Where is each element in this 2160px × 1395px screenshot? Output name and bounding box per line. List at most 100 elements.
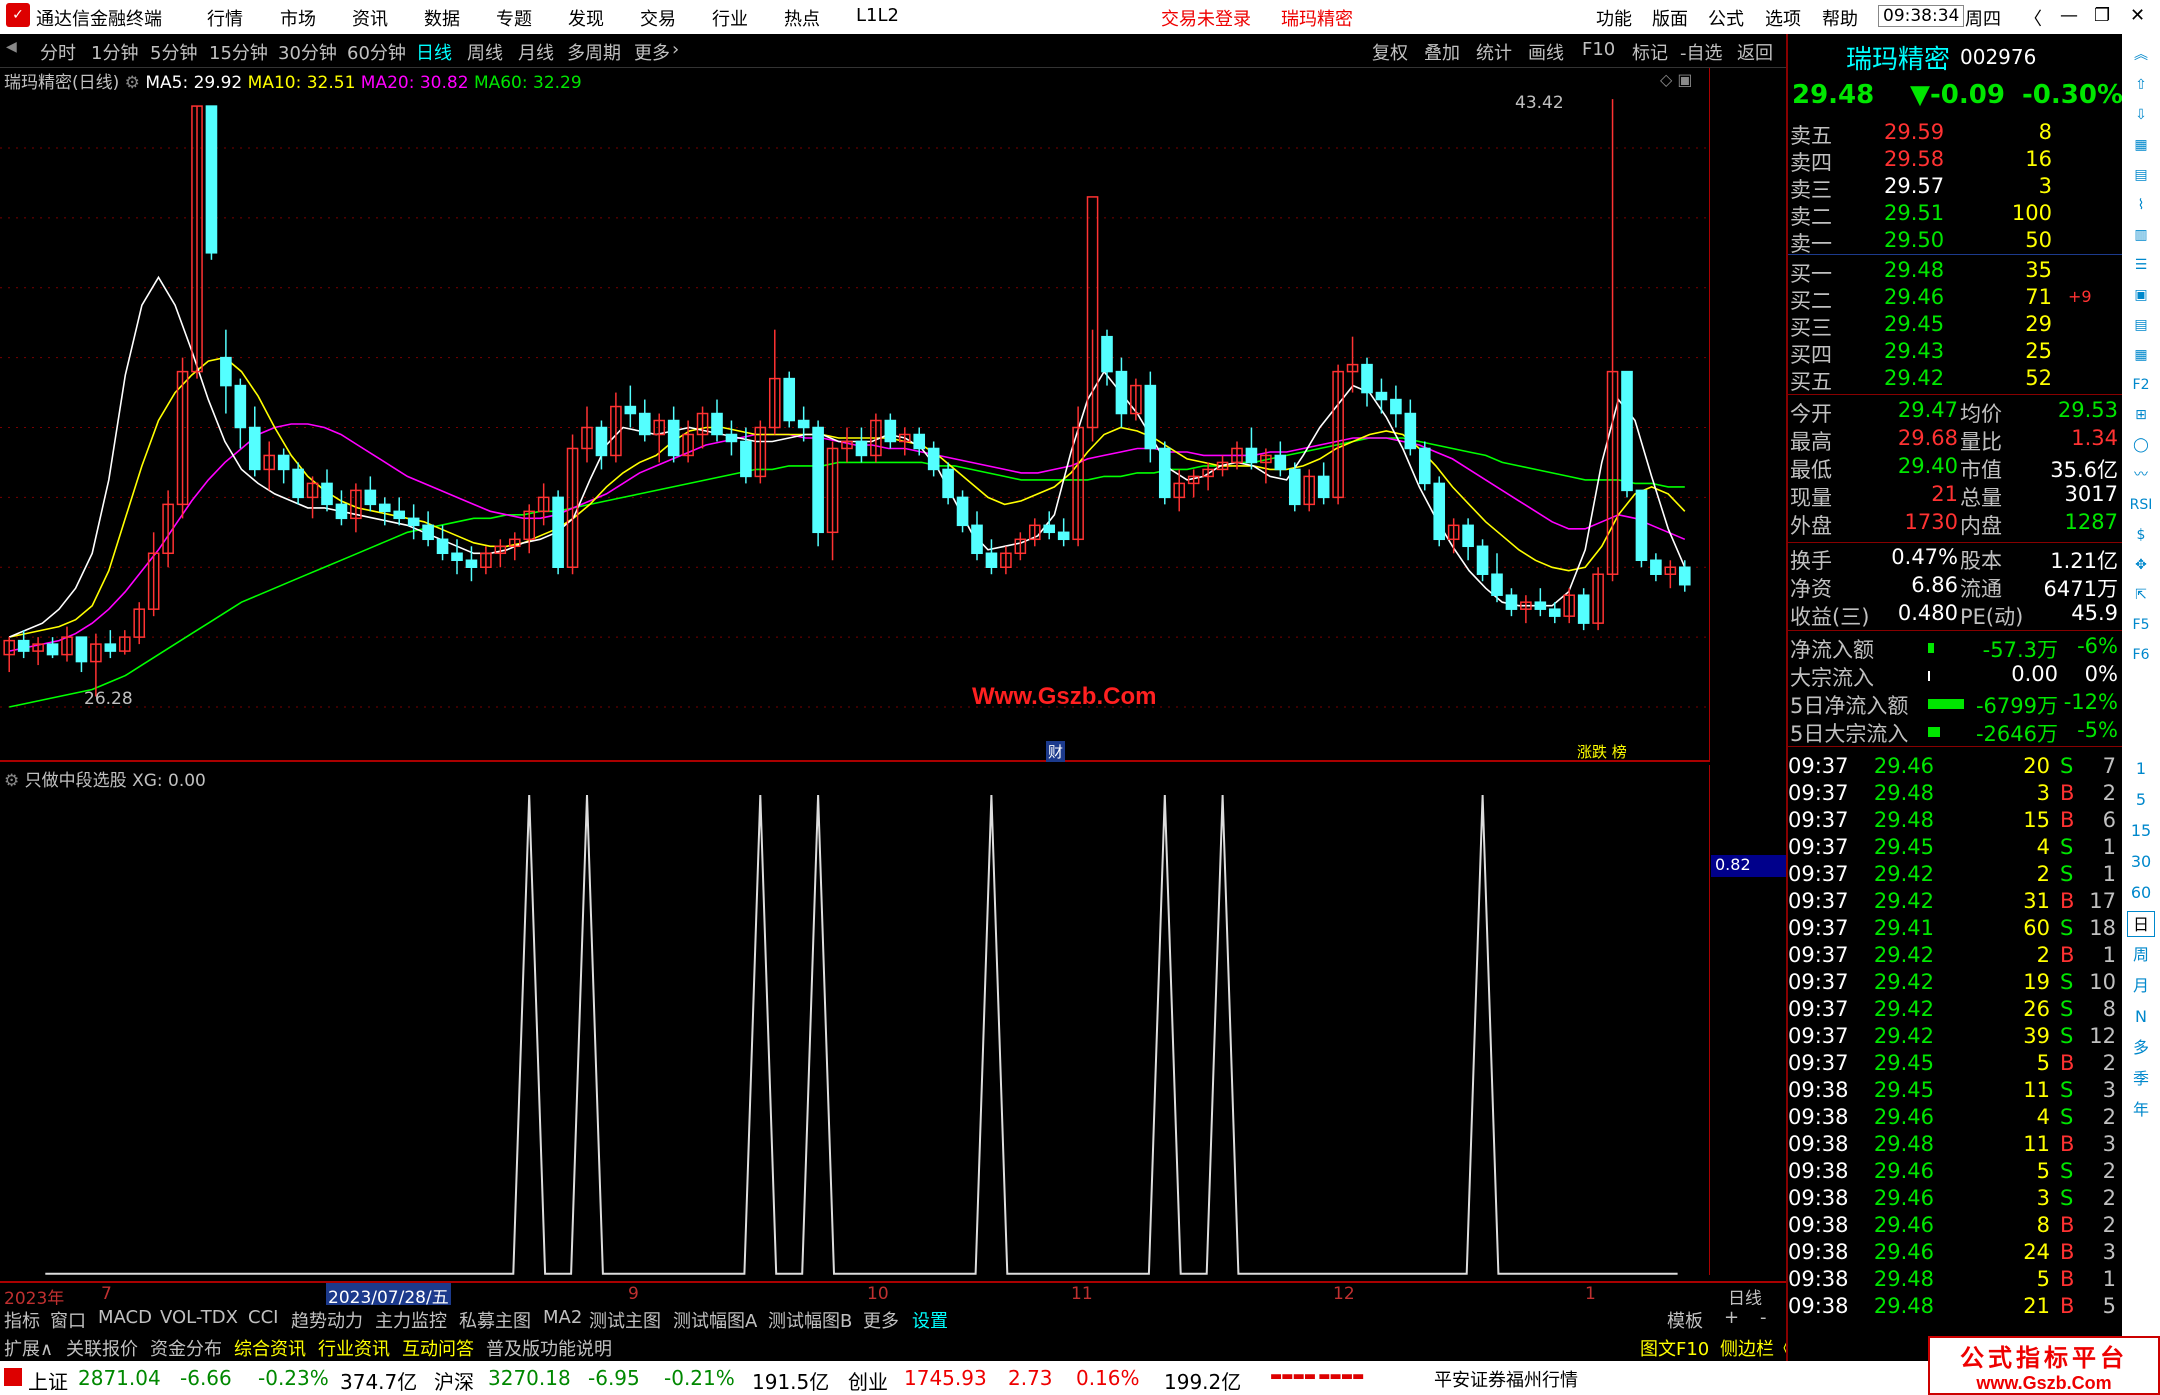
period-button[interactable]: 年 (2127, 1097, 2155, 1123)
menu-data[interactable]: 数据 (424, 5, 460, 31)
tab-test-main[interactable]: 测试主图 (589, 1307, 661, 1333)
rsi-icon[interactable]: RSI (2127, 492, 2155, 518)
tf-more[interactable]: 更多 (634, 39, 670, 65)
menu-l1l2[interactable]: L1L2 (856, 5, 899, 26)
tab-trend-power[interactable]: 趋势动力 (291, 1307, 363, 1333)
back-icon[interactable]: 〈 (2024, 5, 2042, 31)
period-button[interactable]: 15 (2127, 818, 2155, 844)
tab-private-fund[interactable]: 私募主图 (459, 1307, 531, 1333)
circle-icon[interactable]: ◯ (2127, 432, 2155, 458)
tf-monthly[interactable]: 月线 (518, 39, 554, 65)
period-button[interactable]: 1 (2127, 756, 2155, 782)
menu-shichang[interactable]: 市场 (280, 5, 316, 31)
sz-label[interactable]: 沪深 (434, 1366, 474, 1395)
menu-topic[interactable]: 专题 (496, 5, 532, 31)
tab-test-sub-b[interactable]: 测试幅图B (768, 1307, 852, 1333)
tf-15min[interactable]: 15分钟 (209, 39, 268, 65)
menu-discover[interactable]: 发现 (568, 5, 604, 31)
menu-help[interactable]: 帮助 (1822, 5, 1858, 31)
expand-icon[interactable]: ⇱ (2127, 582, 2155, 608)
period-button[interactable]: N (2127, 1004, 2155, 1030)
menu-news[interactable]: 资讯 (352, 5, 388, 31)
cy-label[interactable]: 创业 (848, 1366, 888, 1395)
move-icon[interactable]: ✥ (2127, 552, 2155, 578)
tool-stats[interactable]: 统计 (1476, 39, 1512, 65)
tf-30min[interactable]: 30分钟 (278, 39, 337, 65)
period-button[interactable]: 60 (2127, 880, 2155, 906)
settings-icon[interactable]: ⚙ (125, 73, 140, 93)
line-chart-icon[interactable]: ⌇ (2127, 192, 2155, 218)
period-button[interactable]: 5 (2127, 787, 2155, 813)
period-button[interactable]: 月 (2127, 973, 2155, 999)
settings-icon[interactable]: ⚙ (4, 771, 19, 791)
tf-multi[interactable]: 多周期 (567, 39, 621, 65)
f6-icon[interactable]: F6 (2127, 642, 2155, 668)
chart-icon[interactable]: ▦ (2127, 132, 2155, 158)
chevron-right-icon[interactable]: › (672, 39, 679, 60)
rank-marker[interactable]: 涨跌 榜 (1575, 741, 1629, 762)
tab-indicator[interactable]: 指标 (4, 1307, 40, 1333)
tab-industry-news[interactable]: 行业资讯 (318, 1335, 390, 1361)
bar-icon[interactable]: ▥ (2127, 222, 2155, 248)
crosshair-icon[interactable]: ⊞ (2127, 402, 2155, 428)
menu-trade[interactable]: 交易 (640, 5, 676, 31)
menu-market[interactable]: 行情 (207, 5, 243, 31)
f5-icon[interactable]: F5 (2127, 612, 2155, 638)
tool-mark[interactable]: 标记 (1632, 39, 1668, 65)
collapse-icon[interactable]: ◀ (6, 39, 17, 55)
tab-vol-tdx[interactable]: VOL-TDX (160, 1307, 238, 1328)
tab-test-sub-a[interactable]: 测试幅图A (673, 1307, 757, 1333)
tab-fund-distribution[interactable]: 资金分布 (150, 1335, 222, 1361)
close-icon[interactable]: ✕ (2130, 5, 2145, 26)
list-icon[interactable]: ☰ (2127, 252, 2155, 278)
tool-overlay[interactable]: 叠加 (1424, 39, 1460, 65)
wave-icon[interactable]: 〰 (2127, 462, 2155, 488)
tab-sidebar[interactable]: 侧边栏《 (1720, 1335, 1792, 1361)
sh-label[interactable]: 上证 (28, 1366, 68, 1395)
up-icon[interactable]: ⇧ (2127, 72, 2155, 98)
minimize-icon[interactable]: — (2060, 5, 2078, 26)
f1-icon[interactable]: ▦ (2127, 342, 2155, 368)
tab-composite-news[interactable]: 综合资讯 (234, 1335, 306, 1361)
double-up-icon[interactable]: ︽ (2127, 42, 2155, 68)
tab-macd[interactable]: MACD (98, 1307, 152, 1328)
menu-hot[interactable]: 热点 (784, 5, 820, 31)
chart-window-icons[interactable]: ◇ ▣ (1660, 70, 1693, 89)
candlestick-chart[interactable]: 42.0040.0038.0036.0034.0032.0030.0028.00… (0, 68, 1710, 762)
book-icon[interactable]: ▤ (2127, 312, 2155, 338)
money-icon[interactable]: $ (2127, 522, 2155, 548)
tab-related-quotes[interactable]: 关联报价 (66, 1335, 138, 1361)
grid-icon[interactable]: ▤ (2127, 162, 2155, 188)
period-button[interactable]: 周 (2127, 942, 2155, 968)
tool-draw[interactable]: 画线 (1528, 39, 1564, 65)
menu-function[interactable]: 功能 (1596, 5, 1632, 31)
indicator-chart[interactable]: 1.000.900.800.700.600.500.400.300.20 (0, 765, 1710, 1305)
tab-main-monitor[interactable]: 主力监控 (375, 1307, 447, 1333)
remove-pane-button[interactable]: - (1760, 1307, 1767, 1328)
tab-more[interactable]: 更多 (863, 1307, 899, 1333)
tab-ma2[interactable]: MA2 (543, 1307, 582, 1328)
menu-options[interactable]: 选项 (1765, 5, 1801, 31)
menu-formula[interactable]: 公式 (1708, 5, 1744, 31)
down-icon[interactable]: ⇩ (2127, 102, 2155, 128)
tool-f10[interactable]: F10 (1582, 39, 1615, 60)
f2-icon[interactable]: F2 (2127, 372, 2155, 398)
tf-daily[interactable]: 日线 (416, 39, 452, 65)
tab-basic-help[interactable]: 普及版功能说明 (486, 1335, 612, 1361)
tf-5min[interactable]: 5分钟 (150, 39, 197, 65)
menu-industry[interactable]: 行业 (712, 5, 748, 31)
period-button[interactable]: 30 (2127, 849, 2155, 875)
period-button[interactable]: 日 (2127, 911, 2155, 937)
tool-remove-watch[interactable]: -自选 (1680, 39, 1723, 65)
tf-1min[interactable]: 1分钟 (91, 39, 138, 65)
add-pane-button[interactable]: + (1724, 1307, 1739, 1328)
calendar-icon[interactable]: ▣ (2127, 282, 2155, 308)
login-status[interactable]: 交易未登录 (1161, 5, 1251, 31)
restore-icon[interactable]: ❐ (2094, 5, 2110, 26)
tool-fuquan[interactable]: 复权 (1372, 39, 1408, 65)
tool-back[interactable]: 返回 (1737, 39, 1773, 65)
tf-60min[interactable]: 60分钟 (347, 39, 406, 65)
tf-weekly[interactable]: 周线 (467, 39, 503, 65)
tab-f10[interactable]: 图文F10 (1640, 1335, 1709, 1361)
tab-extend[interactable]: 扩展∧ (4, 1335, 53, 1361)
